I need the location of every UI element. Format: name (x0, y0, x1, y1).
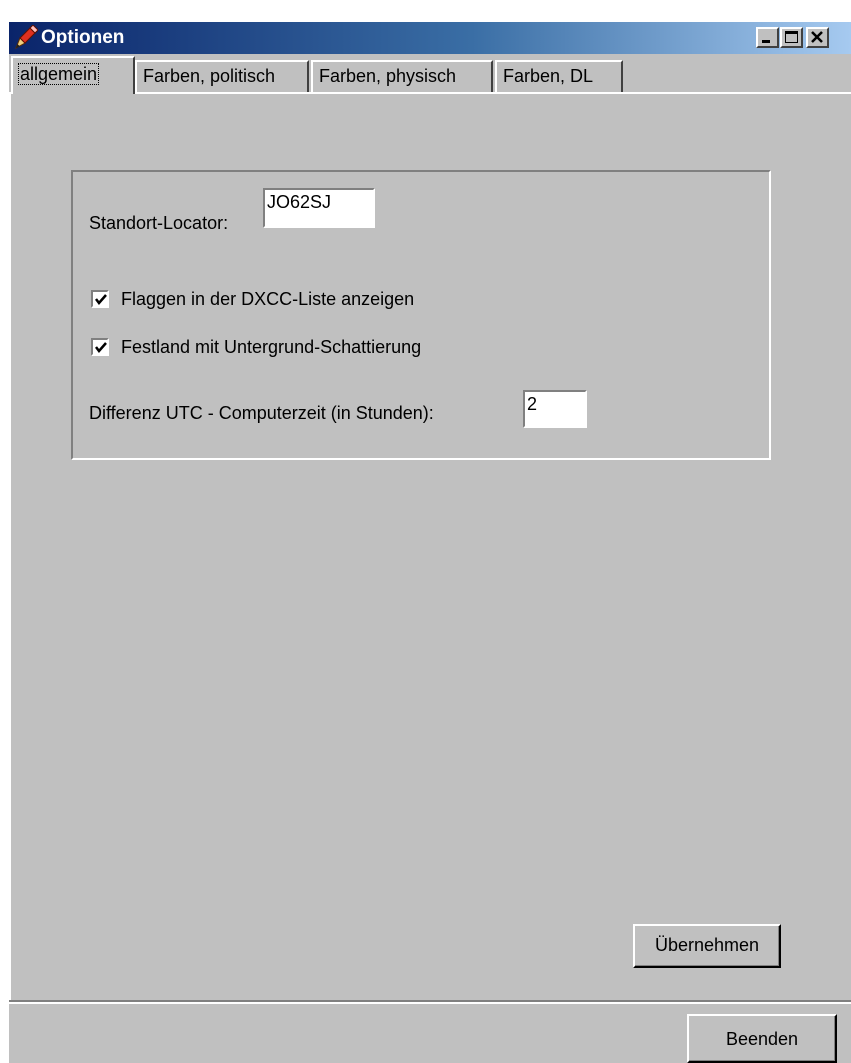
utc-offset-input[interactable]: 2 (523, 390, 587, 428)
apply-button[interactable]: Übernehmen (633, 924, 781, 968)
title-bar[interactable]: Optionen (9, 22, 851, 54)
close-dialog-button[interactable]: Beenden (687, 1014, 837, 1063)
flags-checkbox[interactable] (91, 290, 109, 308)
general-settings-group: Standort-Locator: JO62SJ Flaggen in der … (71, 170, 771, 460)
flags-label: Flaggen in der DXCC-Liste anzeigen (121, 289, 415, 309)
close-icon (811, 31, 823, 43)
window-title: Optionen (41, 27, 125, 48)
minimize-button[interactable] (756, 27, 779, 48)
utc-offset-label: Differenz UTC - Computerzeit (in Stunden… (89, 403, 434, 423)
tab-farben-physisch[interactable]: Farben, physisch (311, 60, 493, 92)
mainland-shading-checkbox[interactable] (91, 338, 109, 356)
tab-farben-politisch[interactable]: Farben, politisch (135, 60, 309, 92)
tab-label: Farben, politisch (143, 66, 276, 86)
locator-input[interactable]: JO62SJ (263, 188, 375, 228)
maximize-icon (785, 31, 798, 43)
pencil-icon (15, 25, 38, 50)
tab-allgemein[interactable]: allgemein (11, 56, 135, 94)
checkmark-icon (95, 342, 107, 353)
tab-label: Farben, physisch (319, 66, 457, 86)
options-window: Optionen allgemein Farben, politisch Far… (9, 22, 851, 1063)
minimize-icon (762, 40, 770, 43)
tab-strip: allgemein Farben, politisch Farben, phys… (9, 54, 851, 94)
footer-divider (9, 1000, 851, 1004)
checkmark-icon (95, 294, 107, 305)
maximize-button[interactable] (780, 27, 803, 48)
tab-farben-dl[interactable]: Farben, DL (495, 60, 623, 92)
mainland-shading-label: Festland mit Untergrund-Schattierung (121, 337, 422, 357)
close-button[interactable] (806, 27, 829, 48)
locator-label: Standort-Locator: (89, 213, 229, 233)
tab-panel-allgemein: Standort-Locator: JO62SJ Flaggen in der … (9, 92, 851, 1002)
tab-label: Farben, DL (503, 66, 594, 86)
tab-label: allgemein (17, 63, 100, 85)
